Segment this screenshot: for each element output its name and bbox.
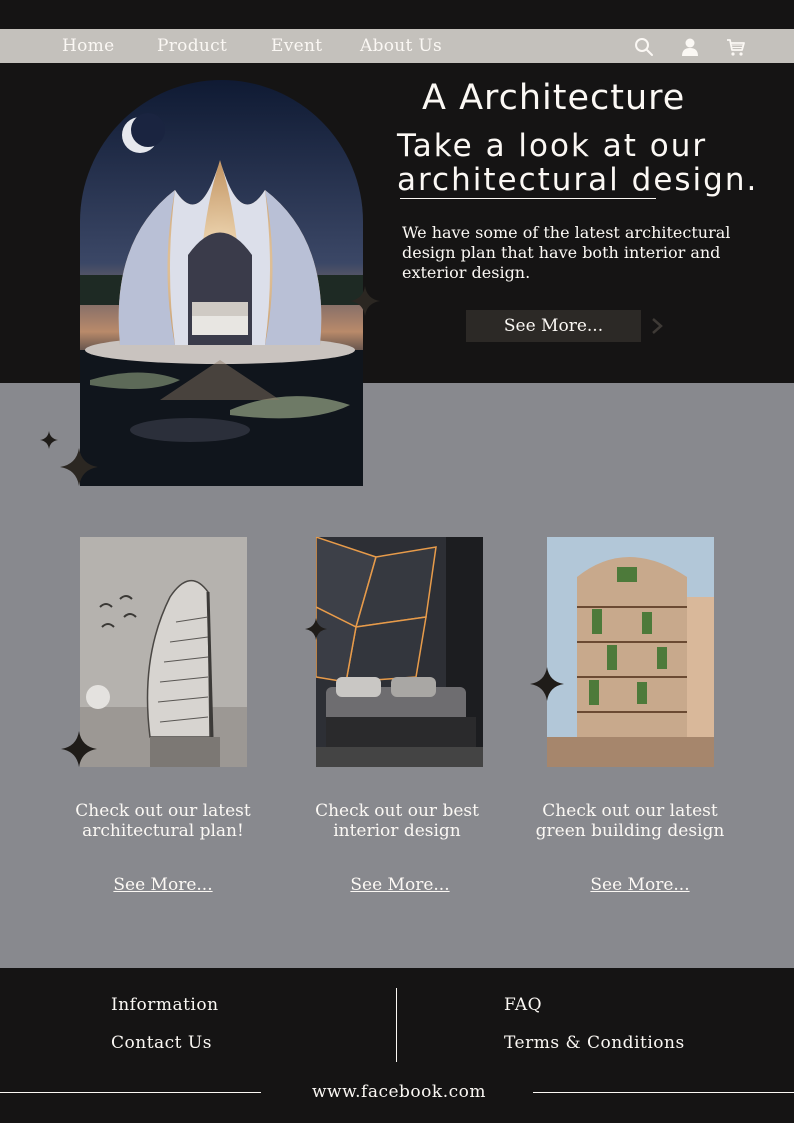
sparkle-icon — [530, 667, 564, 701]
user-icon[interactable] — [679, 37, 701, 57]
sparkle-icon — [60, 448, 98, 486]
card-2-title: Check out our best interior design — [315, 801, 479, 841]
sparkle-icon — [61, 731, 97, 767]
nav-bar: Home Product Event About Us — [0, 29, 794, 63]
nav-product[interactable]: Product — [157, 36, 227, 56]
headline-underline — [400, 198, 656, 199]
footer-website-link[interactable]: www.facebook.com — [312, 1082, 486, 1102]
card-1-see-more-link[interactable]: See More... — [83, 875, 243, 895]
card-2-image — [316, 537, 483, 767]
cart-icon[interactable] — [725, 37, 747, 57]
nav-home[interactable]: Home — [62, 36, 114, 56]
footer-terms-link[interactable]: Terms & Conditions — [504, 1033, 685, 1053]
hero-description: We have some of the latest architectural… — [402, 223, 731, 282]
footer-line-left — [0, 1092, 261, 1093]
footer-line-right — [533, 1092, 794, 1093]
card-3-image — [547, 537, 714, 767]
card-3-title: Check out our latest green building desi… — [535, 801, 725, 841]
headline-line-1: Take a look at our — [397, 128, 708, 164]
hero-architecture-image — [80, 80, 363, 486]
sparkle-icon — [40, 431, 58, 449]
card-1-image — [80, 537, 247, 767]
card-2-see-more-link[interactable]: See More... — [320, 875, 480, 895]
footer-contact-link[interactable]: Contact Us — [111, 1033, 212, 1053]
top-bar — [0, 0, 794, 29]
sparkle-icon — [350, 286, 380, 316]
sparkle-icon — [305, 618, 327, 640]
footer-divider — [396, 988, 397, 1062]
hero-see-more-button[interactable]: See More... — [466, 310, 641, 342]
footer-faq-link[interactable]: FAQ — [504, 995, 542, 1015]
nav-about-us[interactable]: About Us — [360, 36, 442, 56]
search-icon[interactable] — [634, 37, 656, 57]
headline-line-2: architectural design. — [397, 162, 759, 198]
footer-information-link[interactable]: Information — [111, 995, 219, 1015]
card-1-title: Check out our latest architectural plan! — [75, 801, 251, 841]
brand-title: A Architecture — [422, 78, 686, 118]
card-3-see-more-link[interactable]: See More... — [560, 875, 720, 895]
nav-event[interactable]: Event — [271, 36, 322, 56]
chevron-right-icon[interactable] — [650, 316, 664, 336]
